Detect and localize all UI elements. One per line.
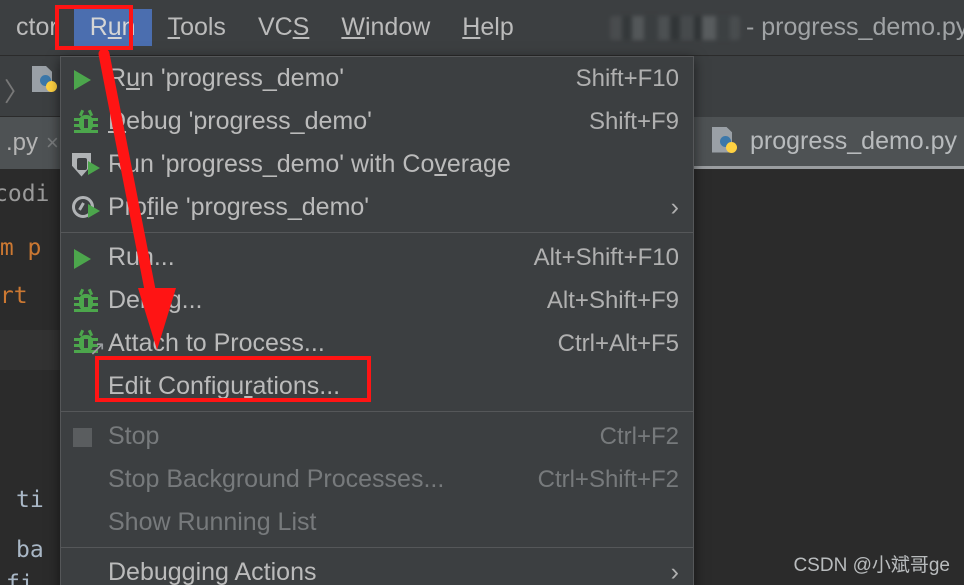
attach-process-icon: ↗ [70, 329, 108, 359]
menu-item-label: Debug... [108, 286, 203, 314]
menu-item-shortcut: Alt+Shift+F10 [533, 243, 679, 271]
menu-item-run-progress-demo[interactable]: Run 'progress_demo' Shift+F10 [61, 57, 693, 100]
code-line: = [0, 393, 14, 416]
menu-item-run-with-coverage[interactable]: Run 'progress_demo' with Coverage [61, 143, 693, 186]
menu-bar: ctor Run Tools VCS Window Help - progres… [0, 0, 964, 56]
menu-separator [61, 547, 693, 548]
code-line: codi [0, 181, 50, 207]
menu-item-label: Stop [108, 422, 160, 450]
run-icon [70, 65, 108, 93]
menu-item-shortcut: Ctrl+F2 [599, 422, 679, 450]
profile-icon [70, 194, 108, 222]
right-toolbar-area [694, 56, 964, 117]
code-line: fi [6, 571, 34, 585]
menu-item-debugging-actions[interactable]: Debugging Actions › [61, 551, 693, 585]
annotation-box-edit-configurations [95, 356, 371, 402]
close-icon[interactable]: × [46, 130, 59, 156]
debug-icon [70, 108, 108, 136]
redacted-project-name [610, 15, 740, 40]
menu-item-shortcut: Shift+F9 [588, 107, 679, 135]
editor-tab-left-label: .py [6, 129, 39, 156]
code-line: ba [16, 537, 44, 563]
python-file-icon [712, 126, 738, 157]
menu-item-debug[interactable]: Debug... Alt+Shift+F9 [61, 279, 693, 322]
menu-separator [61, 411, 693, 412]
code-line: ti [16, 487, 44, 513]
menu-item-label: Run... [108, 243, 175, 271]
chevron-right-icon: › [670, 193, 679, 221]
run-menu-dropdown[interactable]: Run 'progress_demo' Shift+F10 Debug 'pro… [60, 56, 694, 585]
menu-item-shortcut: Shift+F10 [575, 64, 679, 92]
menu-item-label: Show Running List [108, 508, 317, 536]
menu-item-debug-progress-demo[interactable]: Debug 'progress_demo' Shift+F9 [61, 100, 693, 143]
menubar-item-tools[interactable]: Tools [152, 9, 242, 46]
menu-item-stop-background-processes: Stop Background Processes... Ctrl+Shift+… [61, 458, 693, 501]
menu-item-shortcut: Ctrl+Alt+F5 [557, 329, 679, 357]
menu-item-label: Debug 'progress_demo' [108, 107, 372, 135]
editor-tab-left[interactable]: .py × [0, 117, 60, 169]
menu-item-shortcut: Alt+Shift+F9 [546, 286, 679, 314]
empty-icon-slot [70, 466, 108, 494]
ide-window: 〉 .py × progress_demo.py codi om p ort =… [0, 0, 964, 585]
menu-item-stop: Stop Ctrl+F2 [61, 415, 693, 458]
code-gutter-text: codi om p ort = i ti ba fi [0, 169, 62, 585]
menu-item-label: Profile 'progress_demo' [108, 193, 370, 221]
menu-item-profile-progress-demo[interactable]: Profile 'progress_demo' › [61, 186, 693, 229]
menu-item-shortcut: Ctrl+Shift+F2 [537, 465, 679, 493]
menu-item-show-running-list: Show Running List [61, 501, 693, 544]
annotation-box-run-menu [55, 5, 133, 50]
empty-icon-slot [70, 559, 108, 585]
window-title: - progress_demo.py [610, 0, 964, 55]
menu-item-label: Attach to Process... [108, 329, 325, 357]
menubar-item-vcs[interactable]: VCS [242, 9, 325, 46]
run-icon [70, 244, 108, 272]
editor-tab-progress-demo[interactable]: progress_demo.py [694, 117, 964, 169]
chevron-right-icon: › [670, 558, 679, 585]
code-line: om p [0, 235, 42, 261]
breadcrumb-chevron-icon: 〉 [4, 77, 31, 107]
debug-icon [70, 287, 108, 315]
menu-item-label: Stop Background Processes... [108, 465, 445, 493]
menu-separator [61, 232, 693, 233]
coverage-icon [70, 151, 108, 179]
menubar-item-window[interactable]: Window [325, 9, 446, 46]
menu-item-label: Debugging Actions [108, 558, 317, 585]
stop-icon [70, 423, 108, 451]
empty-icon-slot [70, 509, 108, 537]
watermark: CSDN @小斌哥ge [793, 555, 950, 576]
window-title-file: - progress_demo.py [746, 13, 964, 41]
menu-item-label: Run 'progress_demo' with Coverage [108, 150, 511, 178]
menubar-item-help[interactable]: Help [446, 9, 529, 46]
toolbar-python-file-icon[interactable] [32, 66, 58, 96]
editor-tab-label: progress_demo.py [750, 127, 958, 155]
code-line: ort [0, 283, 28, 309]
menu-item-label: Run 'progress_demo' [108, 64, 345, 92]
menu-item-run[interactable]: Run... Alt+Shift+F10 [61, 236, 693, 279]
